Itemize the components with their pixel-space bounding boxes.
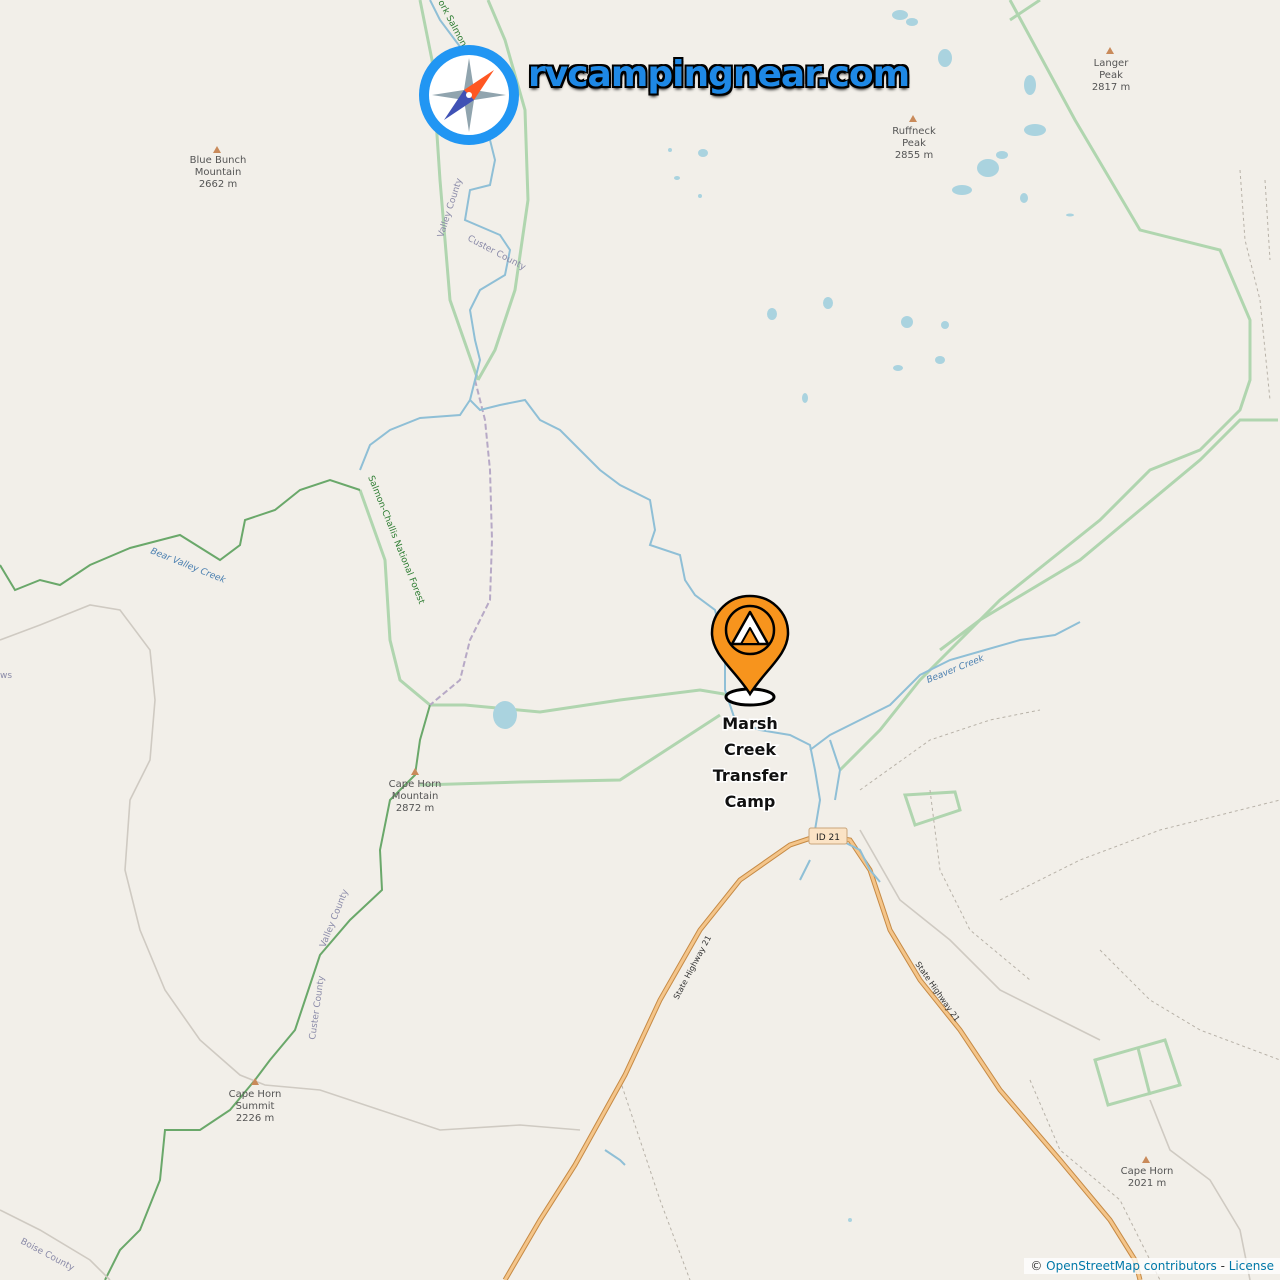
- peak-elevation: 2855 m: [895, 150, 933, 161]
- peak-triangle-icon: [909, 115, 917, 122]
- forest-label: Salmon-Challis National Forest: [365, 474, 426, 606]
- brand-logo-text[interactable]: rvcampingnear.com: [528, 54, 910, 95]
- peak-elevation: 2662 m: [199, 179, 237, 190]
- peak-elevation: 2872 m: [396, 803, 434, 814]
- peak-name: Cape Horn: [1121, 1166, 1174, 1177]
- camp-label-line: Creek: [724, 740, 776, 759]
- rivers: [359, 0, 1081, 1166]
- peak-name: Mountain: [392, 791, 439, 802]
- attribution-separator: -: [1216, 1259, 1229, 1273]
- peak-triangle-icon: [1106, 47, 1114, 54]
- peak-triangle-icon: [411, 768, 419, 775]
- highway-id21: [502, 832, 1143, 1280]
- county-label: Custer County: [466, 234, 528, 273]
- boundary-line: [838, 0, 1252, 772]
- peak-name: Mountain: [195, 167, 242, 178]
- edge-label: ws: [0, 671, 12, 681]
- osm-contributors-link[interactable]: OpenStreetMap contributors: [1046, 1259, 1217, 1273]
- compass-icon: [419, 45, 519, 145]
- camp-label: Marsh Creek Transfer Camp: [711, 713, 789, 813]
- county-label: Boise County: [19, 1237, 77, 1274]
- highway-label: State Highway 21: [913, 960, 961, 1023]
- peak-elevation: 2226 m: [236, 1113, 274, 1124]
- river-line: [809, 621, 1081, 751]
- minor-roads: [0, 604, 1251, 1280]
- county-label: Valley County: [319, 887, 352, 949]
- county-boundary: [429, 379, 494, 706]
- creek-label: Bear Valley Creek: [149, 547, 228, 586]
- peak-elevation: 2817 m: [1092, 82, 1130, 93]
- peak-name: Peak: [902, 138, 926, 149]
- map-canvas[interactable]: Blue Bunch Mountain 2662 m Langer Peak 2…: [0, 0, 1280, 1280]
- lake: [493, 701, 517, 729]
- map-base-layer: Blue Bunch Mountain 2662 m Langer Peak 2…: [0, 0, 1280, 1280]
- peak-name: Summit: [236, 1101, 275, 1112]
- peak-triangle-icon: [1142, 1156, 1150, 1163]
- peak-name: Blue Bunch: [190, 155, 247, 166]
- forest-boundary: [0, 478, 431, 1280]
- peak-name: Cape Horn: [229, 1089, 282, 1100]
- peak-labels: Blue Bunch Mountain 2662 m Langer Peak 2…: [190, 58, 1174, 1189]
- camp-label-line: Marsh: [722, 714, 778, 733]
- camp-marker[interactable]: [710, 594, 790, 707]
- license-link[interactable]: License: [1229, 1259, 1274, 1273]
- river-line: [359, 399, 471, 471]
- peak-triangle-icon: [213, 146, 221, 153]
- route-shield: ID 21: [808, 827, 848, 845]
- map-attribution: © OpenStreetMap contributors - License: [1024, 1258, 1280, 1274]
- copyright-symbol: ©: [1030, 1259, 1043, 1273]
- peak-name: Cape Horn: [389, 779, 442, 790]
- trails: [619, 169, 1280, 1280]
- peak-elevation: 2021 m: [1128, 1178, 1166, 1189]
- camp-label-line: Camp: [725, 792, 776, 811]
- peak-name: Langer: [1094, 58, 1130, 69]
- boundary-line: [419, 713, 721, 787]
- camp-label-line: Transfer: [713, 766, 788, 785]
- river-label: ork Salmon: [435, 0, 468, 48]
- peak-name: Peak: [1099, 70, 1123, 81]
- peak-name: Ruffneck: [892, 126, 936, 137]
- route-shield-label: ID 21: [816, 833, 840, 843]
- protected-area-boundaries: [358, 0, 1278, 1107]
